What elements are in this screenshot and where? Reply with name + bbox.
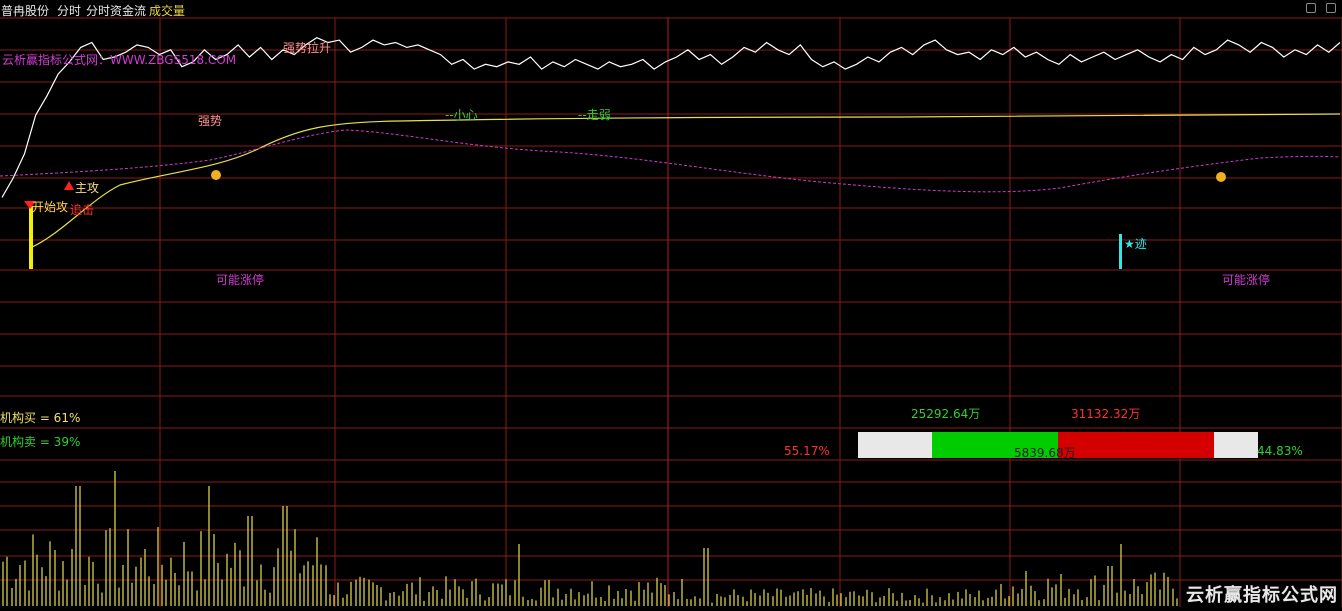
- stock-name: 普冉股份: [1, 4, 50, 18]
- ma-line: [0, 129, 1341, 193]
- signal-limit-up-2: 可能涨停: [1222, 273, 1271, 287]
- main-attack-arrow-icon: [64, 181, 74, 190]
- trace-bar: [1119, 234, 1122, 269]
- tab-fund-flow[interactable]: 分时资金流: [86, 2, 146, 19]
- signal-limit-up-1: 可能涨停: [216, 273, 265, 287]
- right-percent: 44.83%: [1257, 444, 1303, 458]
- signal-trace: ★迹: [1124, 237, 1147, 251]
- intraday-chart-window: 普冉股份 分时 分时资金流 成交量 云析赢指标公式网：WWW.ZBGS518.C…: [0, 0, 1342, 607]
- signal-careful: --小心: [445, 108, 478, 122]
- maximize-icon[interactable]: [1326, 3, 1336, 13]
- intraday-chart-svg: [0, 17, 1342, 607]
- institution-sell-label: 机构卖 = 39%: [0, 435, 81, 449]
- flow-bar-left-white: [858, 432, 932, 458]
- start-attack-bar: [29, 206, 33, 269]
- average-line: [29, 113, 1341, 249]
- tab-volume[interactable]: 成交量: [149, 2, 185, 19]
- signal-pullback: 追击: [70, 203, 95, 217]
- signal-strong-rise: 强势拉升: [283, 41, 332, 55]
- sell-amount: 31132.32万: [1071, 407, 1141, 421]
- signal-strong: 强势: [198, 114, 223, 128]
- flow-bar-right-white: [1214, 432, 1258, 458]
- gold-coin-icon: [1216, 172, 1226, 182]
- net-amount: 5839.68万: [1014, 446, 1076, 460]
- watermark-logo: 云析赢指标公式网: [1186, 585, 1338, 606]
- signal-start-attack: 开始攻: [32, 200, 69, 214]
- tab-intraday[interactable]: 分时: [57, 2, 81, 19]
- flow-bar-sell: [1058, 432, 1214, 458]
- institution-buy-label: 机构买 = 61%: [0, 411, 81, 425]
- signal-main-attack: 主攻: [75, 181, 100, 195]
- settings-icon[interactable]: [1306, 3, 1316, 13]
- signal-weakening: --走弱: [578, 108, 611, 122]
- watermark-url: 云析赢指标公式网：WWW.ZBGS518.COM: [2, 53, 237, 67]
- buy-amount: 25292.64万: [911, 407, 981, 421]
- gold-coin-icon: [211, 170, 221, 180]
- left-percent: 55.17%: [784, 444, 830, 458]
